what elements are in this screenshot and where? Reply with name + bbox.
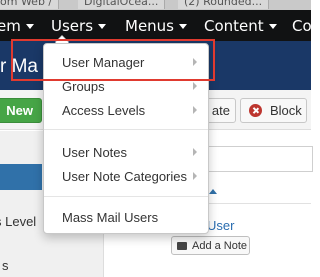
- highlight-annotation: [11, 39, 215, 81]
- sort-ascending-icon[interactable]: [209, 189, 217, 194]
- chevron-down-icon: [25, 24, 34, 29]
- chevron-down-icon: [98, 24, 107, 29]
- menu-item-user-notes[interactable]: User Notes: [62, 142, 127, 162]
- menu-divider: [44, 196, 208, 197]
- add-note-label: Add a Note: [192, 239, 248, 252]
- block-button[interactable]: Block: [240, 98, 307, 123]
- chevron-right-icon: [193, 148, 197, 156]
- nav-item-system[interactable]: em: [0, 10, 34, 41]
- sidebar-item[interactable]: s: [2, 258, 52, 273]
- add-note-button[interactable]: Add a Note: [171, 236, 250, 255]
- nav-item-label: Users: [51, 16, 94, 35]
- note-icon: [177, 241, 187, 250]
- chevron-right-icon: [193, 172, 197, 180]
- chevron-down-icon: [268, 24, 277, 29]
- nav-item-content[interactable]: Content: [204, 10, 277, 41]
- browser-tab[interactable]: om Web /: [0, 0, 60, 9]
- nav-item-components[interactable]: Co: [292, 10, 312, 41]
- block-button-label: Block: [270, 103, 302, 118]
- nav-item-label: Menus: [125, 16, 174, 35]
- nav-item-label: Content: [204, 16, 264, 35]
- browser-tab[interactable]: DigitalOcea...: [78, 0, 166, 9]
- nav-item-label: em: [0, 16, 21, 35]
- top-navbar: em Users Menus Content Co: [0, 10, 312, 41]
- user-name-link[interactable]: User: [207, 218, 234, 233]
- chevron-right-icon: [193, 106, 197, 114]
- browser-tab[interactable]: (2) Rounded...: [178, 0, 270, 9]
- menu-divider: [44, 129, 208, 130]
- block-icon: [249, 104, 262, 117]
- nav-item-label: Co: [292, 16, 312, 35]
- menu-item-mass-mail-users[interactable]: Mass Mail Users: [62, 207, 158, 227]
- menu-item-user-note-categories[interactable]: User Note Categories: [62, 166, 187, 186]
- menu-item-access-levels[interactable]: Access Levels: [62, 100, 145, 120]
- sidebar-item-access-levels[interactable]: s Level: [0, 214, 45, 229]
- search-input[interactable]: [193, 146, 313, 172]
- chevron-right-icon: [193, 82, 197, 90]
- sidebar-item-active[interactable]: [0, 164, 42, 190]
- browser-tab-strip: om Web / DigitalOcea... (2) Rounded...: [0, 0, 311, 10]
- nav-item-menus[interactable]: Menus: [125, 10, 187, 41]
- new-button[interactable]: New: [0, 98, 42, 123]
- chevron-down-icon: [179, 24, 187, 29]
